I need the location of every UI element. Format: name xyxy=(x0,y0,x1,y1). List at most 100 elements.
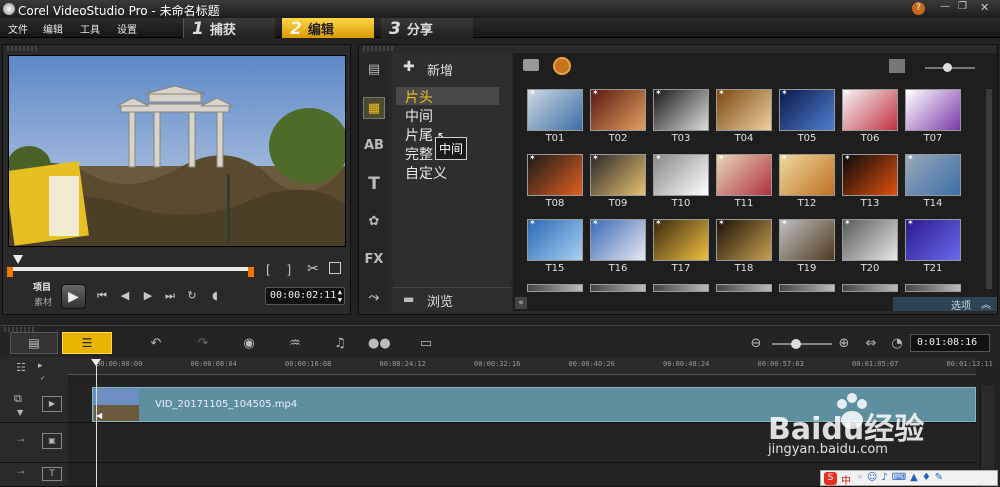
transition-icon[interactable]: AB xyxy=(363,135,385,157)
template-thumbnail[interactable]: ✶ xyxy=(590,89,646,131)
close-button[interactable]: ✕ xyxy=(980,1,989,14)
template-thumbnail[interactable] xyxy=(527,284,583,292)
graphic-icon[interactable]: ✿ xyxy=(363,211,385,233)
sound-mixer-icon[interactable]: ♒ xyxy=(284,335,306,353)
sort-icon[interactable] xyxy=(889,59,905,73)
template-thumbnail[interactable]: ✶ xyxy=(716,219,772,261)
tab-share[interactable]: 3 分享 xyxy=(381,18,473,39)
enlarge-icon[interactable] xyxy=(329,262,341,274)
zoom-in-icon[interactable]: ⊕ xyxy=(833,335,855,353)
template-thumbnail[interactable]: ✶ xyxy=(653,154,709,196)
timecode-display[interactable]: 00:00:02:11 ▲ ▼ xyxy=(265,287,345,305)
zoom-slider-handle[interactable] xyxy=(943,63,952,72)
template-thumbnail[interactable]: ✶ xyxy=(653,219,709,261)
template-thumbnail[interactable] xyxy=(590,284,646,292)
help-button[interactable]: ? xyxy=(912,2,925,15)
record-capture-icon[interactable]: ◉ xyxy=(238,335,260,353)
menu-settings[interactable]: 设置 xyxy=(117,21,137,36)
playhead-line[interactable] xyxy=(96,360,97,487)
category-item-ending[interactable]: 片尾 xyxy=(405,125,433,145)
template-thumbnail[interactable]: ✶ xyxy=(842,154,898,196)
template-thumbnail[interactable] xyxy=(905,284,961,292)
thumbnail-scrollbar[interactable] xyxy=(986,89,992,289)
template-thumbnail[interactable]: ✶ xyxy=(842,219,898,261)
template-thumbnail[interactable]: ✶ xyxy=(653,89,709,131)
volume-icon[interactable]: ◖ xyxy=(208,289,222,303)
minimize-button[interactable]: — xyxy=(940,1,950,12)
ripple-editing-icon[interactable]: ⧉ xyxy=(14,392,22,406)
track-expand-icon[interactable]: ▼ xyxy=(17,408,23,417)
timeline-zoom-slider[interactable] xyxy=(772,343,832,345)
panel-grip[interactable] xyxy=(7,46,37,51)
instant-project-icon[interactable]: ▦ xyxy=(363,97,385,119)
restore-button[interactable]: ❐ xyxy=(958,1,967,12)
previous-frame-icon[interactable]: ◀ xyxy=(118,289,132,303)
fit-project-icon[interactable]: ⇔ xyxy=(860,335,882,353)
template-thumbnail[interactable]: ✶ xyxy=(779,89,835,131)
ime-toolbar[interactable]: S 中 ◦☺♪⌨▲♦✎ xyxy=(820,470,998,487)
mode-project-label[interactable]: 项目 xyxy=(33,280,51,293)
add-icon[interactable]: ✚ xyxy=(403,59,415,75)
next-frame-icon[interactable]: ▶ xyxy=(141,289,155,303)
template-thumbnail[interactable] xyxy=(842,284,898,292)
motion-tracking-icon[interactable]: ●● xyxy=(368,335,391,353)
zoom-out-icon[interactable]: ⊖ xyxy=(745,335,767,353)
subtitle-editor-icon[interactable]: ▭ xyxy=(415,335,437,353)
path-icon[interactable]: ⤳ xyxy=(363,287,385,309)
redo-icon[interactable]: ↷ xyxy=(192,335,214,353)
template-thumbnail[interactable] xyxy=(716,284,772,292)
template-thumbnail[interactable]: ✶ xyxy=(590,154,646,196)
enable-ripple-icon[interactable]: ✓ xyxy=(40,374,46,382)
scrubber-handle[interactable] xyxy=(13,255,23,264)
scrub-bar[interactable] xyxy=(10,267,254,271)
mark-brackets[interactable]: [ ] xyxy=(266,263,297,277)
template-thumbnail[interactable]: ✶ xyxy=(716,154,772,196)
auto-music-icon[interactable]: ♫ xyxy=(329,335,351,353)
template-thumbnail[interactable] xyxy=(779,284,835,292)
mark-in-handle[interactable] xyxy=(7,267,13,277)
add-remove-chapter-icon[interactable]: ▸ xyxy=(38,361,43,371)
undo-icon[interactable]: ↶ xyxy=(145,335,167,353)
timecode-stepper-icon[interactable]: ▲ ▼ xyxy=(338,288,342,304)
play-button[interactable]: ▶ xyxy=(61,284,86,309)
end-icon[interactable]: ⏭ xyxy=(163,289,177,303)
ripple-lock-icon[interactable]: ⊸ xyxy=(17,468,25,478)
global-icon[interactable] xyxy=(553,57,571,75)
category-item-opening[interactable]: 片头 xyxy=(405,87,433,107)
filter-icon[interactable]: FX xyxy=(363,249,385,271)
home-icon[interactable]: ⏮ xyxy=(95,289,109,303)
menu-tools[interactable]: 工具 xyxy=(80,21,100,36)
media-icon[interactable]: ▤ xyxy=(363,59,385,81)
menu-file[interactable]: 文件 xyxy=(8,21,28,36)
timeline-view-button[interactable]: ☰ xyxy=(62,332,112,354)
browse-row[interactable]: ▬ 浏览 xyxy=(393,287,511,311)
tab-edit[interactable]: 2 编辑 xyxy=(282,18,374,39)
clock-icon[interactable]: ◔ xyxy=(886,335,908,353)
title-track-icon[interactable]: T xyxy=(42,467,62,481)
tab-capture[interactable]: 1 捕获 xyxy=(183,18,275,39)
category-item-middle[interactable]: 中间 xyxy=(405,106,433,126)
template-thumbnail[interactable]: ✶ xyxy=(779,154,835,196)
template-thumbnail[interactable] xyxy=(653,284,709,292)
options-bar[interactable]: 选项 ︽ xyxy=(893,297,997,312)
add-button[interactable]: 新增 xyxy=(427,60,453,79)
split-clip-icon[interactable]: ✂ xyxy=(307,261,319,277)
collapse-library-icon[interactable]: « xyxy=(515,297,527,309)
template-thumbnail[interactable]: ✶ xyxy=(527,219,583,261)
template-thumbnail[interactable]: ✶ xyxy=(779,219,835,261)
template-thumbnail[interactable]: ✶ xyxy=(527,89,583,131)
template-thumbnail[interactable]: ✶ xyxy=(590,219,646,261)
ripple-lock-icon[interactable]: ⊸ xyxy=(17,436,25,446)
category-item-complete[interactable]: 完整 xyxy=(405,144,433,164)
template-thumbnail[interactable]: ✶ xyxy=(716,89,772,131)
template-thumbnail[interactable]: ✶ xyxy=(527,154,583,196)
mode-clip-label[interactable]: 素材 xyxy=(34,295,52,308)
category-item-custom[interactable]: 自定义 xyxy=(405,163,447,183)
overlay-track-icon[interactable]: ▣ xyxy=(42,433,62,449)
template-thumbnail[interactable]: ✶ xyxy=(905,219,961,261)
repeat-icon[interactable]: ↻ xyxy=(185,289,199,303)
template-thumbnail[interactable]: ✶ xyxy=(905,154,961,196)
playhead-marker[interactable] xyxy=(91,359,101,366)
timeline-zoom-handle[interactable] xyxy=(791,339,801,349)
panel-grip[interactable] xyxy=(363,46,393,51)
